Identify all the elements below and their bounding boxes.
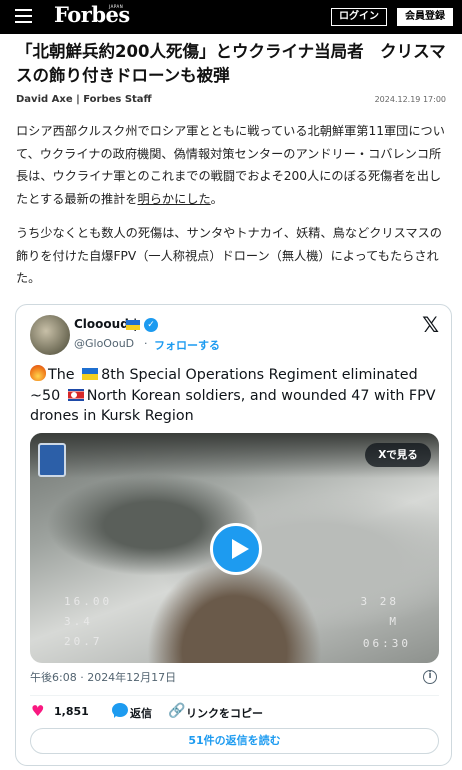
verified-icon: ✓ <box>144 318 158 332</box>
osd-readout: 06:30 <box>362 637 411 650</box>
view-on-x-button[interactable]: Xで見る <box>365 443 431 467</box>
north-korea-flag-emoji <box>67 388 84 401</box>
tweet-timestamp[interactable]: 午後6:08 · 2024年12月17日 <box>30 669 176 685</box>
like-count[interactable]: 1,851 <box>54 705 89 718</box>
tweet-text: The 8th Special Operations Regiment elim… <box>30 365 440 427</box>
site-header: Forbes JAPAN ログイン 会員登録 <box>0 0 462 34</box>
follow-button[interactable]: フォローする <box>154 337 220 353</box>
ukraine-flag-emoji <box>82 368 99 380</box>
tweet-video[interactable]: Xで見る 16.00 3.4 20.7 3 28 M 06:30 <box>30 433 439 663</box>
tweet-author-handle[interactable]: @GloOouD <box>74 337 134 350</box>
site-logo-sub: JAPAN <box>109 4 124 9</box>
play-icon[interactable] <box>210 523 262 575</box>
osd-readout: 20.7 <box>64 635 103 648</box>
tweet-text-part-1: The <box>48 367 80 383</box>
register-button[interactable]: 会員登録 <box>397 8 453 26</box>
osd-readout: 3.4 <box>64 615 93 628</box>
osd-readout: 16.00 <box>64 595 113 608</box>
article-author[interactable]: David Axe | Forbes Staff <box>16 94 152 105</box>
article-paragraph-1: ロシア西部クルスク州でロシア軍とともに戦っている北朝鮮軍第11軍団について、ウク… <box>16 120 448 210</box>
read-replies-button[interactable]: 51件の返信を読む <box>30 728 439 754</box>
article-paragraph-2: うち少なくとも数人の死傷は、サンタやトナカイ、妖精、鳥などクリスマスの飾りを付け… <box>16 226 442 285</box>
reply-icon[interactable] <box>112 703 128 718</box>
osd-readout: 3 28 <box>360 595 399 608</box>
unit-emblem-icon <box>38 443 66 477</box>
source-link[interactable]: 明らかにした <box>138 192 211 206</box>
fire-emoji <box>30 365 46 381</box>
login-button[interactable]: ログイン <box>331 8 387 26</box>
divider <box>30 695 439 696</box>
x-logo-icon[interactable]: 𝕏 <box>422 313 439 337</box>
embedded-tweet: Cloooud | ✓ @GloOouD · フォローする 𝕏 The 8th … <box>15 304 452 766</box>
ukraine-flag-emoji <box>126 320 140 330</box>
paragraph-1-end: 。 <box>210 191 223 206</box>
tweet-text-part-3: North Korean soldiers, and wounded 47 wi… <box>30 387 436 425</box>
reply-button[interactable]: 返信 <box>130 705 152 721</box>
article-date: 2024.12.19 17:00 <box>374 95 446 104</box>
avatar[interactable] <box>30 315 70 355</box>
paragraph-1-text: ロシア西部クルスク州でロシア軍とともに戦っている北朝鮮軍第11軍団について、ウク… <box>16 124 445 206</box>
copy-link-button[interactable]: リンクをコピー <box>186 705 263 721</box>
separator-dot: · <box>144 337 148 350</box>
osd-readout: M <box>389 615 399 628</box>
info-icon[interactable]: i <box>423 670 437 684</box>
heart-icon[interactable]: ♥ <box>31 703 44 719</box>
menu-icon[interactable] <box>15 9 32 23</box>
link-icon[interactable]: 🔗 <box>168 703 185 719</box>
article-headline: 「北朝鮮兵約200人死傷」とウクライナ当局者 クリスマスの飾り付きドローンも被弾 <box>16 42 446 85</box>
